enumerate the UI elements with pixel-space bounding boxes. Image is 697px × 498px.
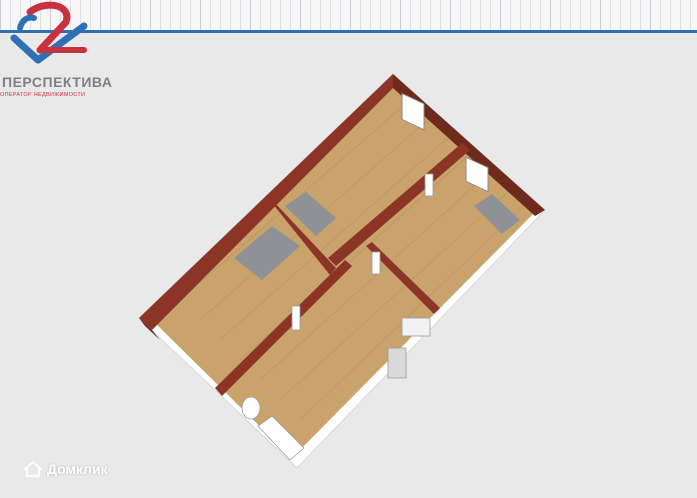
house-icon: [24, 461, 42, 477]
toilet-icon: [241, 396, 261, 420]
door-icon: [424, 173, 434, 197]
stove-icon: [387, 347, 407, 379]
watermark: Домклик: [24, 461, 108, 477]
door-icon: [371, 251, 381, 275]
kitchen-unit: [401, 317, 431, 337]
floor-plan: [138, 73, 546, 469]
door-icon: [291, 305, 301, 331]
watermark-text: Домклик: [47, 461, 108, 477]
